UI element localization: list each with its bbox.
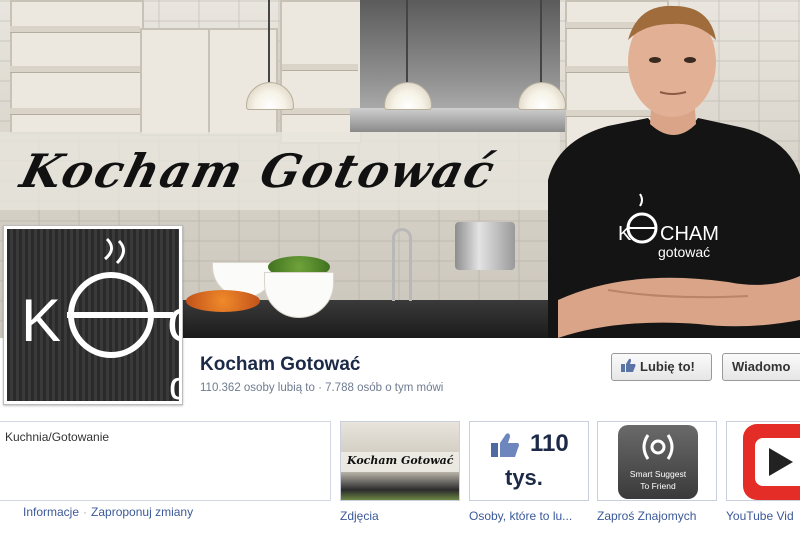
photos-thumbnail: Kocham Gotować <box>341 422 459 500</box>
message-button-label: Wiadomo <box>732 359 791 374</box>
stock-pot <box>455 222 515 270</box>
logo-letter: K <box>21 287 61 354</box>
shelf <box>10 66 140 73</box>
info-link[interactable]: Informacje <box>23 505 79 519</box>
cabinet-door <box>140 28 210 136</box>
page-title[interactable]: Kocham Gotować <box>200 354 360 376</box>
shelf <box>282 108 358 115</box>
photos-tile[interactable]: Kocham Gotować <box>340 421 460 501</box>
sink-faucet <box>392 228 412 301</box>
likes-label[interactable]: Osoby, które to lu... <box>469 509 572 523</box>
shelf <box>282 64 358 71</box>
like-button[interactable]: Lubię to! <box>611 353 712 381</box>
range-hood-trim <box>350 108 570 132</box>
lamp-wire <box>406 0 408 82</box>
profile-logo: K c g <box>7 229 179 401</box>
shelf <box>10 108 140 115</box>
invite-friends-label[interactable]: Zaproś Znajomych <box>597 509 696 523</box>
lamp-wire <box>268 0 270 82</box>
about-box: Kuchnia/Gotowanie <box>0 421 331 501</box>
likes-unit: tys. <box>505 465 543 490</box>
thumbs-up-icon <box>620 355 636 381</box>
suggest-edits-link[interactable]: Zaproponuj zmiany <box>91 505 193 519</box>
play-icon <box>769 448 793 476</box>
svg-text:g: g <box>169 364 179 401</box>
likes-count: 110 <box>530 430 569 457</box>
cover-script-title: Kocham Gotować <box>15 144 502 198</box>
pot-logo-icon: K c g <box>21 237 179 401</box>
smart-suggest-badge: Smart Suggest To Friend <box>618 425 698 499</box>
like-button-label: Lubię to! <box>640 359 695 374</box>
link-separator: · <box>83 505 88 519</box>
page-category: Kuchnia/Gotowanie <box>5 430 110 444</box>
photos-thumbnail-title: Kocham Gotować <box>347 454 454 467</box>
thumbs-up-icon <box>490 432 520 463</box>
shelf <box>10 26 140 33</box>
tomatoes <box>186 290 260 312</box>
profile-picture[interactable]: K c g <box>3 225 183 405</box>
youtube-label[interactable]: YouTube Vid <box>726 509 794 523</box>
youtube-logo <box>743 424 800 500</box>
smart-suggest-line1: Smart Suggest <box>629 469 687 479</box>
svg-text:c: c <box>167 287 179 354</box>
shirt-text-line2: gotować <box>658 244 710 260</box>
broadcast-icon <box>640 431 676 468</box>
page-stats: 110.362 osoby lubią to · 7.788 osób o ty… <box>200 382 444 394</box>
message-button[interactable]: Wiadomo <box>722 353 800 381</box>
photos-label[interactable]: Zdjęcia <box>340 509 379 523</box>
chef-photo: K CHAM gotować <box>548 5 800 338</box>
lamp-wire <box>540 0 542 82</box>
info-links: Informacje · Zaproponuj zmiany <box>23 505 193 519</box>
svg-text:K: K <box>618 223 632 245</box>
youtube-tile[interactable] <box>726 421 800 501</box>
invite-friends-tile[interactable]: Smart Suggest To Friend <box>597 421 717 501</box>
shirt-text-line1: CHAM <box>660 223 719 245</box>
smart-suggest-line2: To Friend <box>640 481 676 491</box>
